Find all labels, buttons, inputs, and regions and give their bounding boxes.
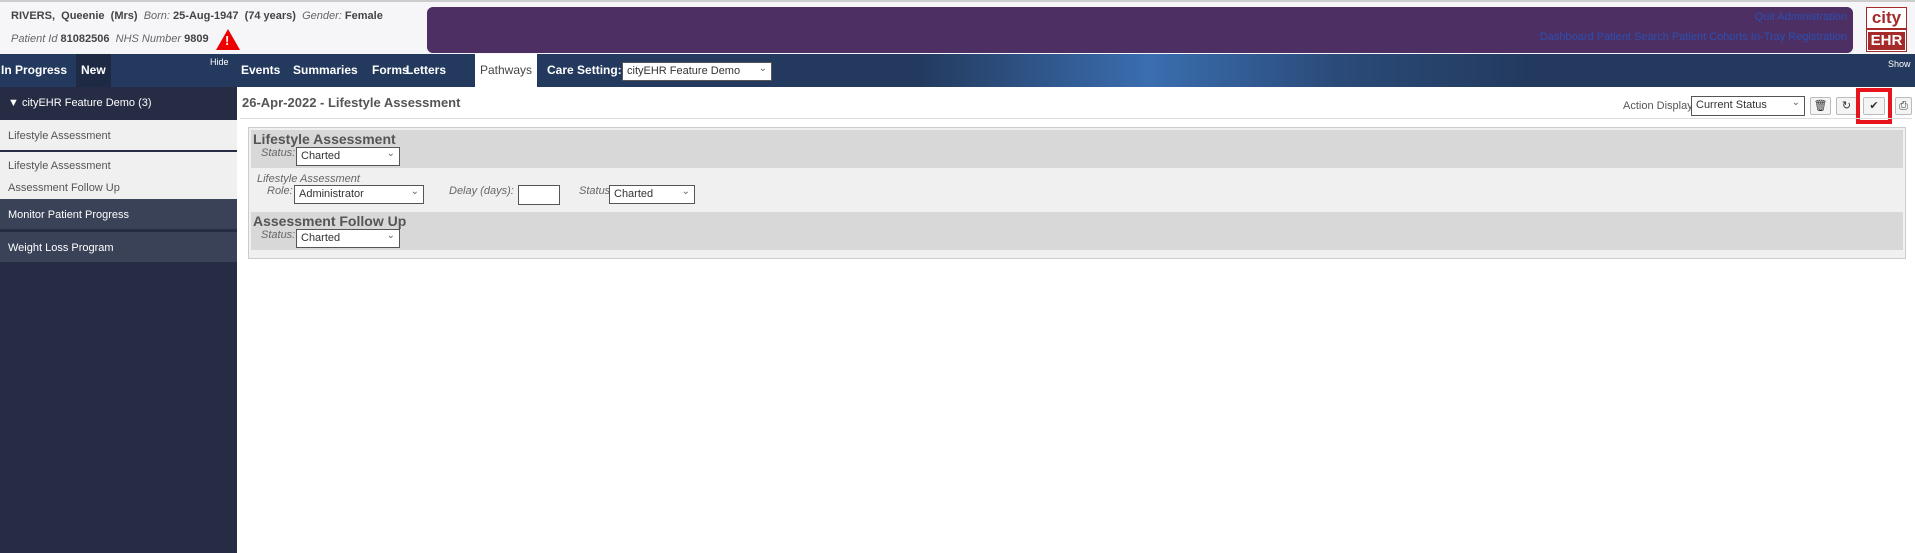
action-status-value: Charted	[614, 188, 654, 200]
role-value: Administrator	[299, 188, 364, 200]
sidebar-group-feature-demo[interactable]: ▼ cityEHR Feature Demo (3)	[0, 87, 237, 120]
divider	[240, 118, 1912, 119]
status-label: Status:	[261, 147, 296, 159]
refresh-button[interactable]: ↻	[1836, 97, 1857, 115]
logo-top: city	[1867, 8, 1906, 30]
print-button[interactable]: ⎙	[1895, 97, 1912, 115]
status-select[interactable]: Charted	[296, 228, 400, 248]
sidebar: ▼ cityEHR Feature Demo (3) Lifestyle Ass…	[0, 87, 237, 553]
tab-summaries[interactable]: Summaries	[293, 54, 358, 87]
action-display-select[interactable]: Current Status	[1691, 95, 1805, 116]
role-select[interactable]: Administrator	[294, 184, 424, 204]
dashboard-link[interactable]: Dashboard	[1540, 31, 1594, 43]
gender: Female	[344, 10, 383, 22]
logo-bottom: EHR	[1868, 32, 1905, 50]
age: (74 years)	[244, 10, 296, 22]
section-title: Assessment Follow Up	[253, 213, 407, 229]
care-setting-select[interactable]: cityEHR Feature Demo	[622, 61, 772, 81]
administration-link[interactable]: Administration	[1777, 11, 1847, 23]
in-tray-link[interactable]: In-Tray	[1751, 31, 1785, 43]
sidebar-subitem-lifestyle-assessment[interactable]: Lifestyle Assessment	[0, 157, 237, 175]
care-setting-label: Care Setting:	[547, 63, 622, 77]
nhs-number: 9809	[184, 33, 209, 45]
patient-search-link[interactable]: Patient Search	[1597, 31, 1669, 43]
delay-label: Delay (days):	[449, 185, 514, 197]
menu-row-1: Quit Administration	[1755, 11, 1847, 23]
delay-input[interactable]	[518, 185, 560, 205]
section-title: Lifestyle Assessment	[253, 131, 396, 147]
patient-cohorts-link[interactable]: Patient Cohorts	[1672, 31, 1748, 43]
sidebar-subitem-assessment-follow-up[interactable]: Assessment Follow Up	[0, 179, 237, 197]
title: (Mrs)	[110, 10, 138, 22]
menu-row-2: Dashboard Patient Search Patient Cohorts…	[1540, 31, 1847, 43]
role-label: Role:	[267, 185, 293, 197]
section-assessment-follow-up: Assessment Follow Up Status: Charted	[251, 212, 1903, 250]
status-select[interactable]: Charted	[296, 146, 400, 166]
patient-header: RIVERS, Queenie (Mrs) Born: 25-Aug-1947 …	[0, 0, 1915, 54]
id-label: Patient Id	[11, 33, 58, 45]
action-display-value: Current Status	[1696, 99, 1767, 111]
born: 25-Aug-1947	[173, 10, 239, 22]
sidebar-item-weight-loss-program[interactable]: Weight Loss Program	[0, 232, 237, 264]
action-display-label: Action Display	[1623, 100, 1693, 112]
cityehr-logo: city EHR	[1866, 7, 1907, 52]
quit-link[interactable]: Quit	[1755, 11, 1775, 23]
app-menu-panel: Quit Administration Dashboard Patient Se…	[427, 7, 1853, 53]
status-value: Charted	[301, 232, 341, 244]
sidebar-item-monitor-patient-progress[interactable]: Monitor Patient Progress	[0, 199, 237, 231]
gender-label: Gender:	[302, 10, 342, 22]
section-lifestyle-assessment: Lifestyle Assessment Status: Charted	[251, 130, 1903, 168]
tab-letters[interactable]: Letters	[406, 54, 446, 87]
delete-button[interactable]: 🗑	[1810, 97, 1831, 115]
tab-events[interactable]: Events	[241, 54, 280, 87]
status-value: Charted	[301, 150, 341, 162]
nhs-label: NHS Number	[115, 33, 182, 45]
patient-ids: Patient Id 81082506 NHS Number 9809	[11, 33, 209, 45]
surname: RIVERS,	[11, 10, 56, 22]
page-title: 26-Apr-2022 - Lifestyle Assessment	[242, 95, 461, 110]
status-label: Status:	[261, 229, 296, 241]
check-icon: ✔	[1869, 100, 1879, 112]
alert-icon[interactable]: !	[216, 29, 240, 50]
registration-link[interactable]: Registration	[1788, 31, 1847, 43]
save-button[interactable]: ✔	[1863, 97, 1885, 115]
action-status-select[interactable]: Charted	[609, 184, 695, 204]
alert-glyph: !	[225, 33, 230, 48]
trash-icon: 🗑	[1813, 100, 1828, 112]
tab-new[interactable]: New	[76, 54, 111, 87]
tab-pathways[interactable]: Pathways	[475, 54, 538, 87]
refresh-icon: ↻	[1841, 100, 1852, 112]
forename: Queenie	[61, 10, 105, 22]
hide-button[interactable]: Hide	[210, 57, 229, 67]
patient-demographics: RIVERS, Queenie (Mrs) Born: 25-Aug-1947 …	[11, 10, 383, 22]
printer-icon: ⎙	[1899, 100, 1908, 112]
patient-id: 81082506	[60, 33, 110, 45]
pathway-form: Lifestyle Assessment Status: Charted Lif…	[248, 127, 1906, 259]
action-name: Lifestyle Assessment	[257, 173, 360, 185]
show-button[interactable]: Show	[1888, 59, 1911, 69]
nav-bar: In Progress New Hide Events Summaries Fo…	[0, 54, 1915, 87]
born-label: Born:	[143, 10, 170, 22]
tab-in-progress[interactable]: In Progress	[1, 54, 67, 87]
sidebar-item-lifestyle-assessment[interactable]: Lifestyle Assessment	[0, 120, 237, 152]
tab-forms[interactable]: Forms	[372, 54, 409, 87]
care-setting-value: cityEHR Feature Demo	[627, 65, 741, 77]
